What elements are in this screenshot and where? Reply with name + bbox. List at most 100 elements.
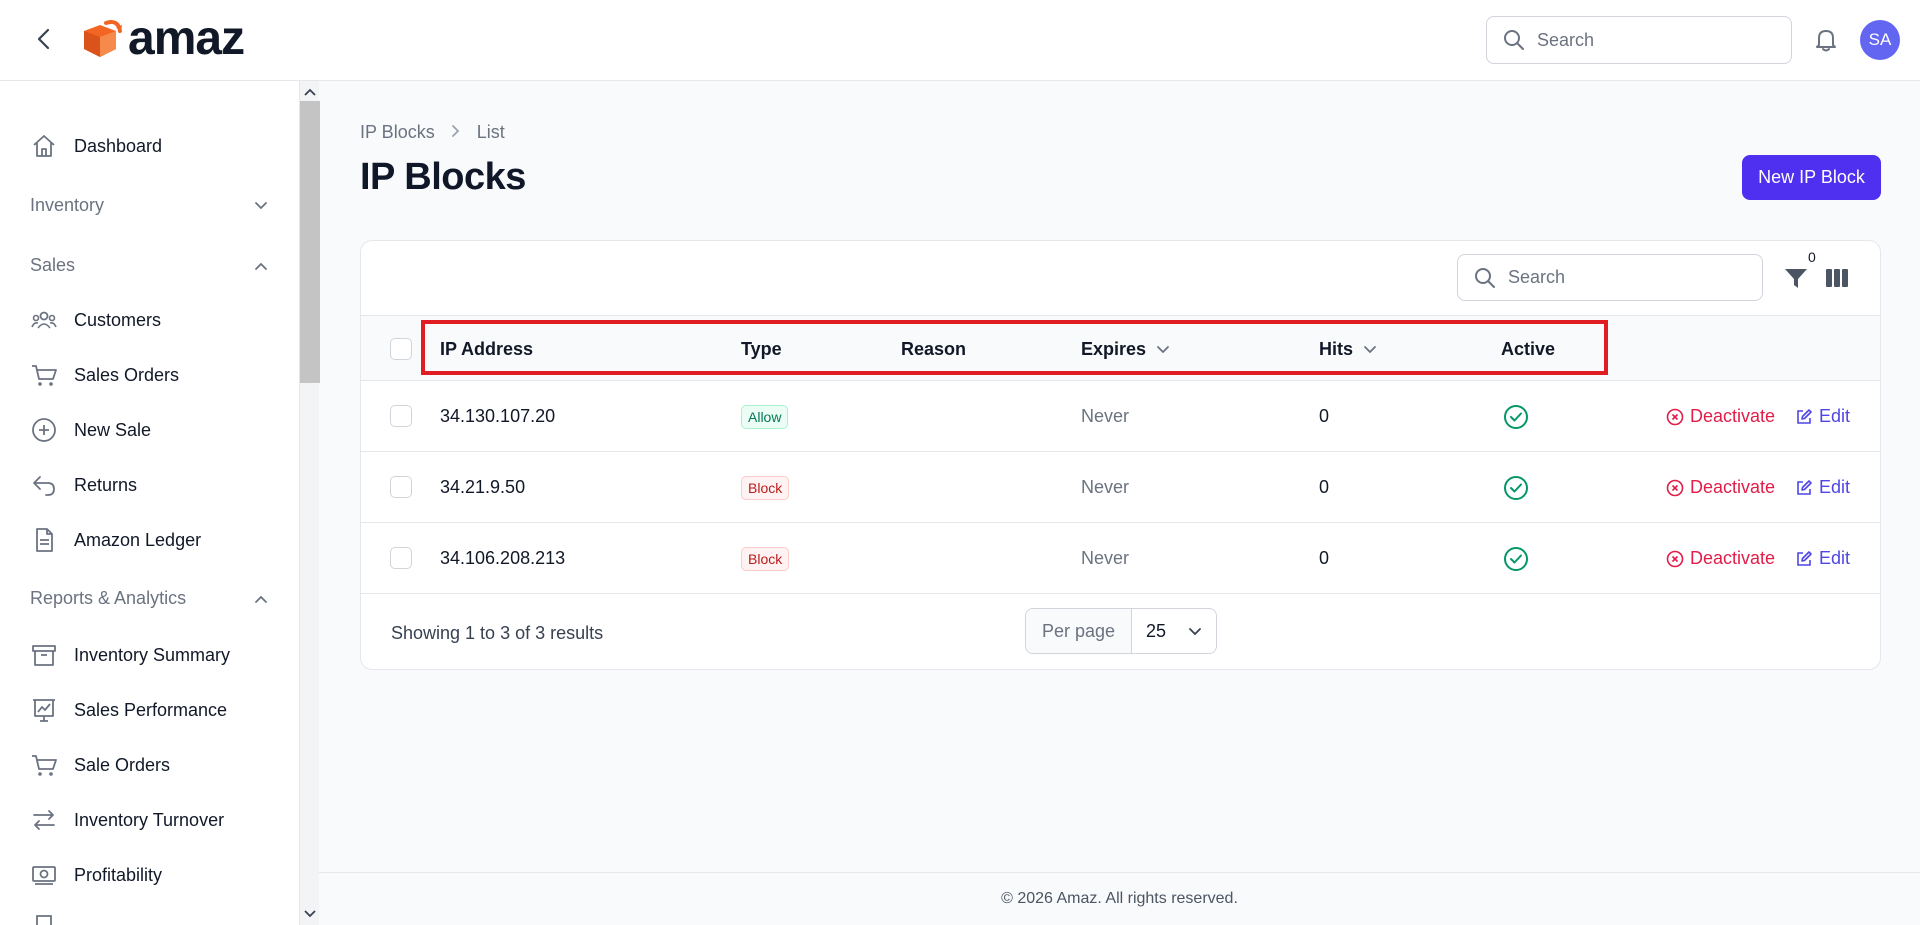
sidebar-group-reports[interactable]: Reports & Analytics: [30, 580, 268, 616]
sidebar-item-sales-orders[interactable]: Sales Orders: [30, 355, 270, 395]
filter-count-badge: 0: [1805, 249, 1819, 265]
edit-button[interactable]: Edit: [1795, 477, 1850, 498]
search-icon: [1475, 267, 1495, 288]
breadcrumb-root[interactable]: IP Blocks: [360, 122, 435, 143]
edit-label: Edit: [1819, 477, 1851, 497]
cart-icon: [30, 361, 58, 389]
cell-hits: 0: [1319, 548, 1330, 568]
page-title: IP Blocks: [360, 156, 526, 198]
banknote-icon: [30, 861, 58, 889]
sidebar-item-amazon-ledger[interactable]: Amazon Ledger: [30, 520, 270, 560]
archive-icon: [30, 641, 58, 669]
table-row: 34.130.107.20 Allow Never 0 Deactivate E…: [361, 381, 1880, 452]
deactivate-button[interactable]: Deactivate: [1666, 548, 1775, 569]
logo[interactable]: amaz: [78, 14, 245, 64]
x-circle-icon: [1666, 408, 1684, 425]
filter-icon[interactable]: [1781, 263, 1811, 293]
row-checkbox[interactable]: [390, 405, 412, 427]
deactivate-button[interactable]: Deactivate: [1666, 477, 1775, 498]
scroll-down-arrow-icon[interactable]: [300, 905, 320, 923]
sidebar-item-returns[interactable]: Returns: [30, 465, 270, 505]
back-arrow-icon[interactable]: [30, 26, 56, 52]
breadcrumb-current: List: [476, 122, 505, 142]
edit-button[interactable]: Edit: [1795, 406, 1850, 427]
scroll-up-arrow-icon[interactable]: [300, 83, 320, 101]
header-highlight-box: [421, 320, 1608, 375]
table-search-input[interactable]: [1508, 267, 1728, 288]
search-icon: [1504, 30, 1524, 50]
sidebar-item-dashboard[interactable]: Dashboard: [30, 126, 270, 166]
sidebar-item-label: Customers: [74, 309, 162, 330]
active-check-icon: [1503, 523, 1529, 594]
deactivate-label: Deactivate: [1690, 406, 1776, 426]
edit-button[interactable]: Edit: [1795, 548, 1850, 569]
document-icon: [30, 526, 58, 554]
cell-hits: 0: [1319, 477, 1330, 497]
deactivate-label: Deactivate: [1690, 477, 1776, 497]
table-row: 34.21.9.50 Block Never 0 Deactivate Edit: [361, 452, 1880, 523]
cart-icon: [30, 751, 58, 779]
table-row: 34.106.208.213 Block Never 0 Deactivate …: [361, 523, 1880, 594]
sidebar-item-sales-performance[interactable]: Sales Performance: [30, 690, 270, 730]
edit-icon: [1797, 479, 1812, 495]
users-icon: [30, 306, 58, 334]
sidebar-item-inventory-turnover[interactable]: Inventory Turnover: [30, 800, 270, 840]
cell-ip: 34.130.107.20: [440, 406, 556, 426]
edit-label: Edit: [1819, 406, 1851, 426]
per-page-select[interactable]: Per page 25: [1025, 608, 1217, 654]
new-ip-block-button[interactable]: New IP Block: [1742, 155, 1881, 200]
row-checkbox[interactable]: [390, 547, 412, 569]
scroll-thumb[interactable]: [300, 101, 320, 383]
sidebar: Dashboard Inventory Sales Customers Sale…: [0, 81, 299, 925]
sidebar-group-sales[interactable]: Sales: [30, 247, 268, 283]
sidebar-item-label: Sales Performance: [74, 699, 228, 720]
sidebar-item-label: Profitability: [74, 864, 163, 885]
breadcrumb: IP Blocks List: [360, 122, 505, 143]
sidebar-item-partial[interactable]: [30, 907, 270, 925]
cell-hits: 0: [1319, 406, 1330, 426]
document-icon: [30, 913, 58, 925]
edit-icon: [1797, 408, 1812, 424]
sidebar-item-inventory-summary[interactable]: Inventory Summary: [30, 635, 270, 675]
chevron-up-icon: [254, 255, 268, 276]
sidebar-item-label: Inventory Turnover: [74, 809, 225, 830]
sidebar-item-new-sale[interactable]: New Sale: [30, 410, 270, 450]
sidebar-item-sale-orders[interactable]: Sale Orders: [30, 745, 270, 785]
deactivate-button[interactable]: Deactivate: [1666, 406, 1775, 427]
global-search-input[interactable]: [1537, 29, 1757, 51]
per-page-dropdown[interactable]: 25: [1132, 609, 1216, 653]
user-avatar[interactable]: SA: [1860, 20, 1900, 60]
chevron-down-icon: [254, 195, 268, 216]
sidebar-item-label: Sales Orders: [74, 364, 180, 385]
chevron-up-icon: [254, 588, 268, 609]
sidebar-group-label: Sales: [30, 254, 76, 275]
sidebar-item-profitability[interactable]: Profitability: [30, 855, 270, 895]
top-bar: amaz SA: [0, 0, 1920, 81]
chevron-right-icon: [451, 122, 461, 143]
active-check-icon: [1503, 452, 1529, 523]
cell-ip: 34.106.208.213: [440, 548, 566, 568]
x-circle-icon: [1666, 479, 1684, 496]
per-page-value: 25: [1146, 620, 1167, 641]
cell-expires: Never: [1081, 477, 1130, 497]
type-badge: Block: [741, 475, 790, 500]
type-badge: Allow: [741, 404, 789, 429]
sidebar-item-label: New Sale: [74, 419, 152, 440]
edit-icon: [1797, 550, 1812, 566]
active-check-icon: [1503, 381, 1529, 452]
sidebar-item-label: Inventory Summary: [74, 644, 231, 665]
global-search[interactable]: [1486, 16, 1792, 64]
sidebar-scrollbar[interactable]: [299, 81, 320, 925]
row-checkbox[interactable]: [390, 476, 412, 498]
select-all-checkbox[interactable]: [390, 338, 412, 360]
columns-icon[interactable]: [1823, 265, 1851, 291]
plus-circle-icon: [30, 416, 58, 444]
table-search[interactable]: [1457, 254, 1763, 301]
sidebar-group-inventory[interactable]: Inventory: [30, 187, 268, 223]
bell-icon[interactable]: [1812, 26, 1840, 54]
sidebar-item-customers[interactable]: Customers: [30, 300, 270, 340]
sidebar-item-label: Sale Orders: [74, 754, 171, 775]
edit-label: Edit: [1819, 548, 1851, 568]
results-summary: Showing 1 to 3 of 3 results: [391, 623, 604, 643]
cell-expires: Never: [1081, 548, 1130, 568]
